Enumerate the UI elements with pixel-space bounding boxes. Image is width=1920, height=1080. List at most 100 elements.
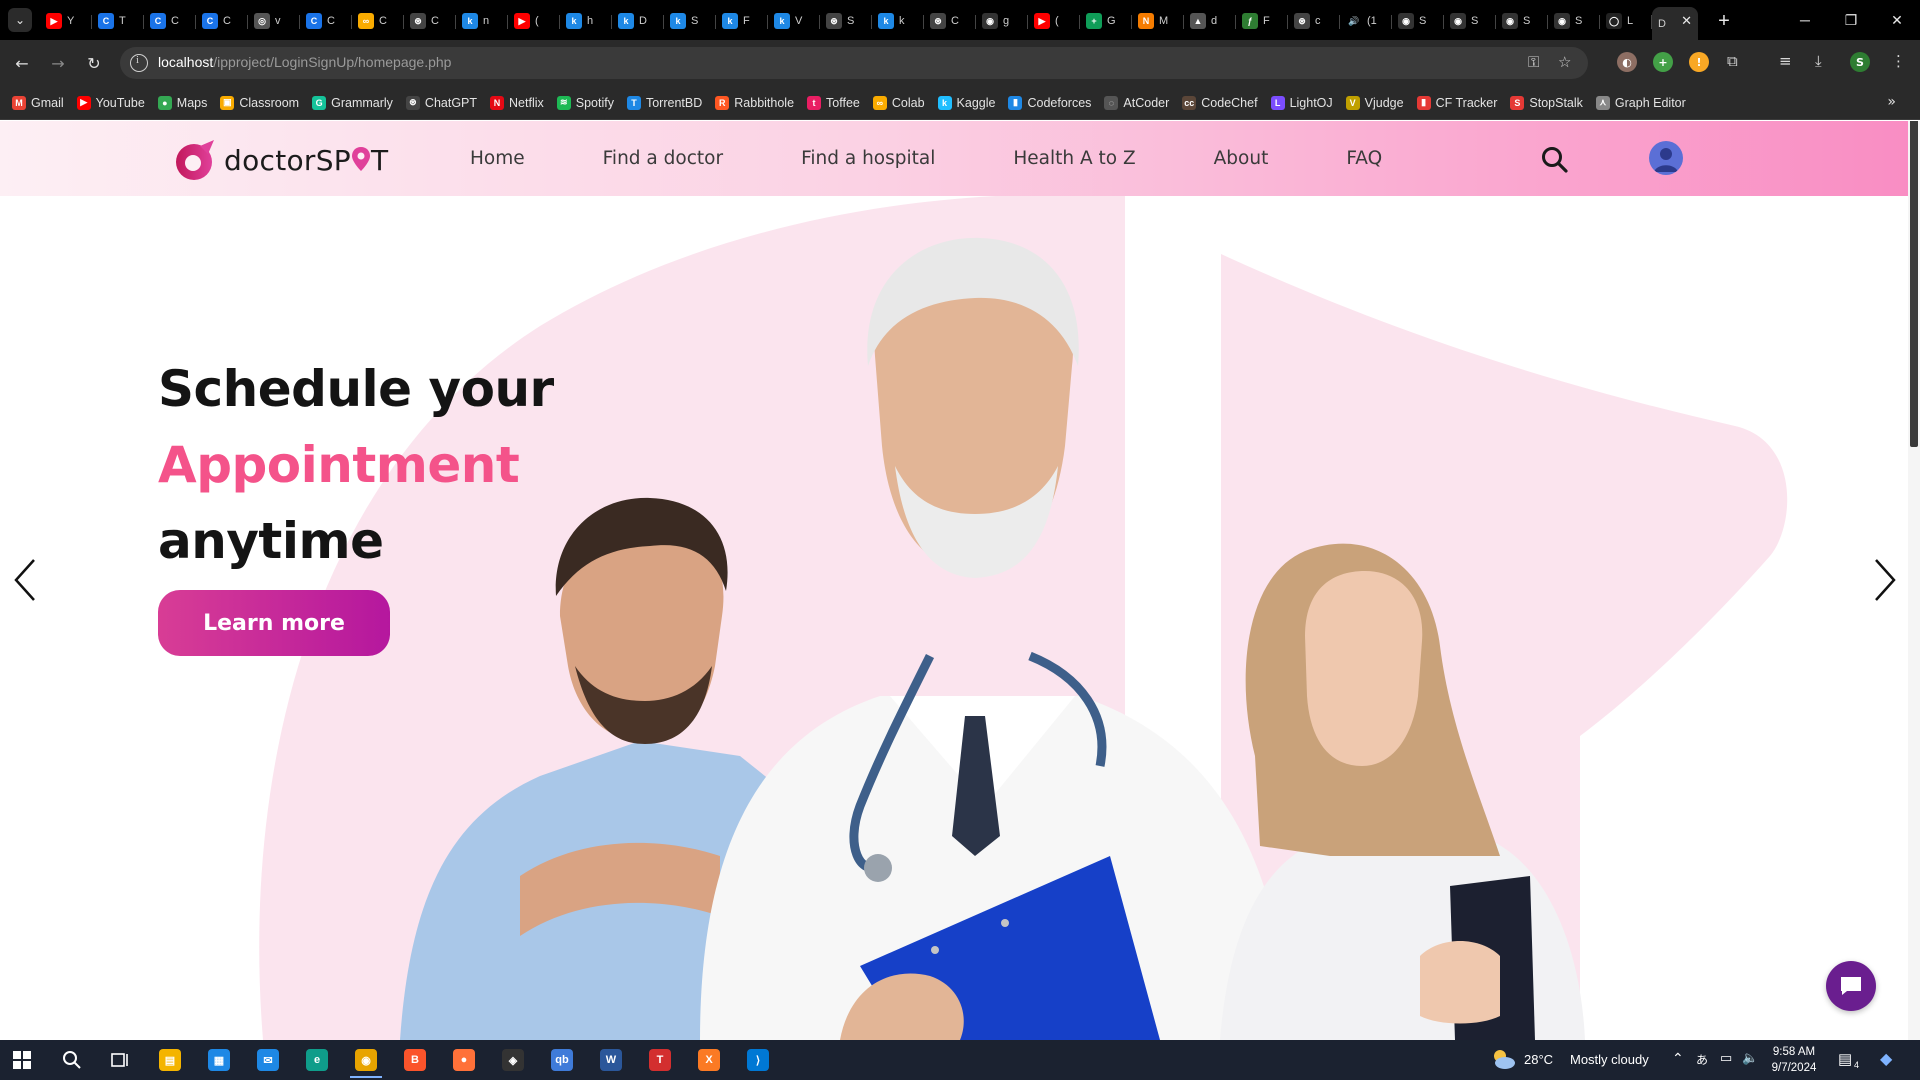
browser-tab[interactable]: kD bbox=[612, 7, 664, 35]
taskbar-app[interactable]: ◉ bbox=[346, 1044, 386, 1078]
taskbar-app[interactable]: ◈ bbox=[493, 1044, 533, 1076]
action-center-icon[interactable]: ▤ bbox=[1838, 1050, 1852, 1068]
user-avatar-icon[interactable] bbox=[1649, 141, 1683, 175]
forward-button[interactable]: → bbox=[44, 49, 72, 77]
browser-tab[interactable]: + G bbox=[1080, 7, 1132, 35]
restore-button[interactable]: ❐ bbox=[1828, 0, 1874, 40]
browser-tab[interactable]: ◉ S bbox=[1444, 7, 1496, 35]
site-info-icon[interactable] bbox=[130, 54, 148, 72]
minimize-button[interactable]: ─ bbox=[1782, 0, 1828, 40]
browser-tab[interactable]: kh bbox=[560, 7, 612, 35]
new-tab-button[interactable]: + bbox=[1712, 10, 1736, 33]
bookmark-item[interactable]: T TorrentBD bbox=[626, 95, 702, 110]
taskbar-app[interactable]: T bbox=[640, 1044, 680, 1076]
nav-link[interactable]: Find a doctor bbox=[603, 148, 723, 169]
bookmark-item[interactable]: ⊛ ChatGPT bbox=[405, 95, 477, 110]
search-icon[interactable] bbox=[1540, 145, 1568, 173]
browser-tab[interactable]: CC bbox=[144, 7, 196, 35]
browser-tab[interactable]: ⊛ C bbox=[924, 7, 976, 35]
close-window-button[interactable]: ✕ bbox=[1874, 0, 1920, 40]
reload-button[interactable]: ↻ bbox=[80, 49, 108, 77]
tray-overflow-icon[interactable]: ⌃ bbox=[1672, 1050, 1684, 1067]
media-controls-icon[interactable]: ≡ bbox=[1779, 52, 1792, 70]
menu-kebab-icon[interactable]: ⋮ bbox=[1891, 52, 1906, 70]
browser-tab[interactable]: ▶ Y bbox=[40, 7, 92, 35]
browser-tab[interactable]: ∞ C bbox=[352, 7, 404, 35]
bookmark-item[interactable]: L LightOJ bbox=[1270, 95, 1333, 110]
url-text[interactable]: localhost/ipproject/LoginSignUp/homepage… bbox=[158, 54, 451, 70]
bookmark-item[interactable]: V Vjudge bbox=[1345, 95, 1404, 110]
download-icon[interactable]: ⤓ bbox=[1815, 52, 1822, 70]
taskbar-search-icon[interactable] bbox=[52, 1044, 92, 1076]
browser-tab[interactable]: kF bbox=[716, 7, 768, 35]
bookmark-item[interactable]: ● Maps bbox=[157, 95, 207, 110]
tab-search-button[interactable]: ⌄ bbox=[8, 8, 32, 32]
bookmark-item[interactable]: N Netflix bbox=[490, 95, 544, 110]
bookmark-item[interactable]: cc CodeChef bbox=[1182, 95, 1258, 110]
weather-temp[interactable]: 28°C bbox=[1524, 1052, 1553, 1067]
bookmark-item[interactable]: M Gmail bbox=[12, 95, 64, 110]
nav-link[interactable]: Find a hospital bbox=[801, 148, 935, 169]
site-logo[interactable]: doctorSP T bbox=[172, 138, 388, 182]
volume-icon[interactable]: 🔈 bbox=[1742, 1050, 1758, 1066]
bookmark-item[interactable]: R Rabbithole bbox=[715, 95, 794, 110]
browser-tab[interactable]: ▶( bbox=[1028, 7, 1080, 35]
extension-info-icon[interactable]: ! bbox=[1689, 52, 1709, 72]
bookmark-item[interactable]: ▮ CF Tracker bbox=[1416, 95, 1497, 110]
back-button[interactable]: ← bbox=[8, 49, 36, 77]
scrollbar-thumb[interactable] bbox=[1910, 121, 1918, 447]
browser-tab[interactable]: kk bbox=[872, 7, 924, 35]
bookmark-item[interactable]: ▶ YouTube bbox=[76, 95, 145, 110]
start-button[interactable] bbox=[2, 1044, 42, 1076]
bookmark-item[interactable]: ▣ Classroom bbox=[220, 95, 299, 110]
bookmark-item[interactable]: ▮ Codeforces bbox=[1008, 95, 1091, 110]
page-scrollbar[interactable] bbox=[1908, 121, 1920, 1040]
bookmark-item[interactable]: ◌ AtCoder bbox=[1104, 95, 1169, 110]
browser-tab[interactable]: ⊛ S bbox=[820, 7, 872, 35]
carousel-prev-icon[interactable] bbox=[10, 556, 42, 604]
browser-tab[interactable]: ⊛ C bbox=[404, 7, 456, 35]
nav-link[interactable]: FAQ bbox=[1346, 148, 1382, 169]
active-tab[interactable]: D ✕ bbox=[1652, 7, 1698, 41]
taskbar-app[interactable]: ⟩ bbox=[738, 1044, 778, 1076]
extension-icon[interactable]: ◐ bbox=[1617, 52, 1637, 72]
taskbar-app[interactable]: W bbox=[591, 1044, 631, 1076]
copilot-icon[interactable]: ◆ bbox=[1880, 1049, 1892, 1069]
taskbar-app[interactable]: B bbox=[395, 1044, 435, 1076]
profile-avatar[interactable]: S bbox=[1850, 52, 1870, 72]
browser-tab[interactable]: ◉ S bbox=[1496, 7, 1548, 35]
bookmark-star-icon[interactable]: ☆ bbox=[1558, 53, 1571, 71]
browser-tab[interactable]: ƒF bbox=[1236, 7, 1288, 35]
network-icon[interactable]: ▭ bbox=[1720, 1050, 1732, 1066]
bookmark-item[interactable]: S StopStalk bbox=[1510, 95, 1583, 110]
taskbar-app[interactable]: X bbox=[689, 1044, 729, 1076]
language-icon[interactable]: あ bbox=[1696, 1051, 1708, 1068]
browser-tab[interactable]: kV bbox=[768, 7, 820, 35]
extension-plus-icon[interactable]: + bbox=[1653, 52, 1673, 72]
browser-tab[interactable]: ◯ L bbox=[1600, 7, 1652, 35]
learn-more-button[interactable]: Learn more bbox=[158, 590, 390, 656]
task-view-icon[interactable] bbox=[100, 1044, 140, 1076]
browser-tab[interactable]: kS bbox=[664, 7, 716, 35]
browser-tab[interactable]: ⊛ c bbox=[1288, 7, 1340, 35]
weather-text[interactable]: Mostly cloudy bbox=[1570, 1052, 1649, 1067]
browser-tab[interactable]: NM bbox=[1132, 7, 1184, 35]
browser-tab[interactable]: kn bbox=[456, 7, 508, 35]
bookmark-item[interactable]: t Toffee bbox=[807, 95, 860, 110]
nav-link[interactable]: About bbox=[1214, 148, 1269, 169]
browser-tab[interactable]: ▶( bbox=[508, 7, 560, 35]
browser-tab[interactable]: ◎ v bbox=[248, 7, 300, 35]
bookmark-item[interactable]: ≋ Spotify bbox=[556, 95, 614, 110]
key-icon[interactable]: ⚿ bbox=[1528, 53, 1539, 71]
carousel-next-icon[interactable] bbox=[1868, 556, 1900, 604]
taskbar-app[interactable]: ▦ bbox=[199, 1044, 239, 1076]
browser-tab[interactable]: 🔊 (1 bbox=[1340, 7, 1392, 35]
bookmark-item[interactable]: ⋏ Graph Editor bbox=[1595, 95, 1686, 110]
taskbar-app[interactable]: qb bbox=[542, 1044, 582, 1076]
taskbar-app[interactable]: e bbox=[297, 1044, 337, 1076]
browser-tab[interactable]: ◉ g bbox=[976, 7, 1028, 35]
nav-link[interactable]: Health A to Z bbox=[1013, 148, 1135, 169]
taskbar-app[interactable]: ● bbox=[444, 1044, 484, 1076]
close-tab-icon[interactable]: ✕ bbox=[1681, 14, 1692, 29]
browser-tab[interactable]: ▲ d bbox=[1184, 7, 1236, 35]
